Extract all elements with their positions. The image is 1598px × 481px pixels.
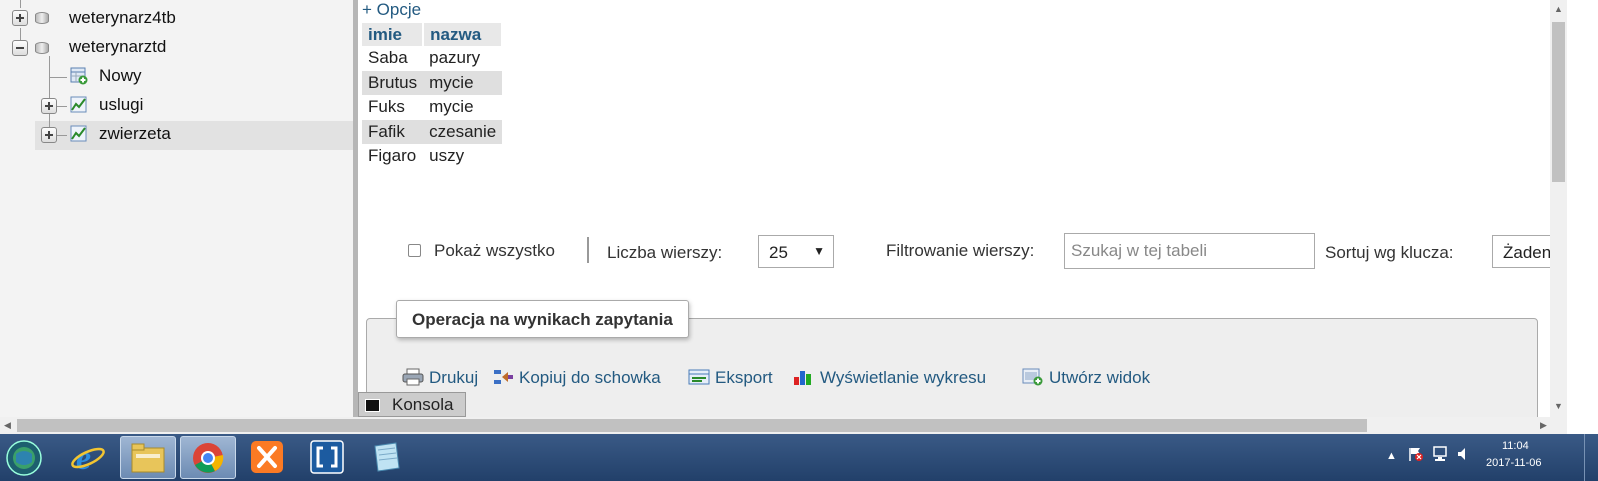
table-icon bbox=[70, 125, 87, 142]
table-row[interactable]: Fafik czesanie bbox=[362, 119, 503, 144]
tree-line bbox=[49, 77, 67, 78]
database-weterynarz4tb-link[interactable]: weterynarz4tb bbox=[69, 8, 176, 28]
clock-date[interactable]: 2017-11-06 bbox=[1486, 457, 1541, 469]
table-zwierzeta-link[interactable]: zwierzeta bbox=[99, 124, 171, 144]
horizontal-scrollbar-thumb[interactable] bbox=[17, 419, 1367, 432]
column-header-imie[interactable]: imie bbox=[362, 23, 425, 46]
filter-rows-input[interactable]: Szukaj w tej tabeli bbox=[1064, 233, 1315, 269]
volume-icon[interactable] bbox=[1456, 446, 1472, 462]
table-cell: Figaro bbox=[362, 144, 424, 169]
table-cell: Fuks bbox=[362, 95, 424, 120]
table-row[interactable]: Fuks mycie bbox=[362, 95, 503, 120]
show-all-checkbox[interactable] bbox=[408, 244, 421, 257]
clock-time[interactable]: 11:04 bbox=[1502, 440, 1529, 452]
table-cell: Brutus bbox=[362, 70, 424, 95]
create-view-link[interactable]: Utwórz widok bbox=[1022, 368, 1150, 388]
folder-icon bbox=[131, 443, 165, 473]
database-icon bbox=[35, 10, 49, 26]
collapse-weterynarztd-button[interactable] bbox=[12, 40, 28, 56]
sort-by-key-label: Sortuj wg klucza: bbox=[1325, 243, 1454, 262]
windows-orb-icon bbox=[6, 440, 42, 476]
table-cell: czesanie bbox=[423, 119, 503, 144]
table-cell: Fafik bbox=[362, 119, 424, 144]
print-icon bbox=[402, 368, 424, 386]
console-label: Konsola bbox=[392, 395, 454, 414]
scroll-down-arrow-icon[interactable]: ▼ bbox=[1554, 401, 1563, 411]
chart-icon bbox=[794, 371, 811, 385]
copy-to-clipboard-label: Kopiuj do schowka bbox=[519, 368, 661, 387]
expand-zwierzeta-button[interactable] bbox=[41, 127, 57, 143]
results-panel: + Opcje imie nazwa Saba pazury Brutus my… bbox=[358, 0, 1550, 417]
network-icon[interactable] bbox=[1432, 446, 1448, 462]
export-link[interactable]: Eksport bbox=[688, 368, 773, 388]
vertical-scrollbar-thumb[interactable] bbox=[1552, 22, 1565, 182]
print-label: Drukuj bbox=[429, 368, 479, 387]
table-row[interactable]: Saba pazury bbox=[362, 46, 503, 71]
rows-count-value: 25 bbox=[769, 243, 788, 262]
taskbar-notepad[interactable] bbox=[360, 436, 416, 479]
taskbar-brackets[interactable] bbox=[300, 436, 356, 479]
options-link[interactable]: + Opcje bbox=[362, 0, 421, 20]
brackets-icon bbox=[310, 440, 344, 474]
display-chart-label: Wyświetlanie wykresu bbox=[820, 368, 987, 387]
table-uslugi-link[interactable]: uslugi bbox=[99, 95, 143, 115]
display-chart-link[interactable]: Wyświetlanie wykresu bbox=[793, 368, 986, 388]
divider bbox=[587, 237, 589, 263]
tree-line bbox=[20, 0, 21, 8]
console-icon bbox=[365, 399, 380, 412]
filter-rows-placeholder: Szukaj w tej tabeli bbox=[1071, 241, 1208, 260]
xampp-icon bbox=[251, 441, 283, 473]
table-icon bbox=[70, 96, 87, 113]
table-row[interactable]: Brutus mycie bbox=[362, 70, 503, 95]
view-icon bbox=[1022, 368, 1043, 386]
console-toggle-button[interactable]: Konsola bbox=[358, 392, 466, 417]
export-icon bbox=[688, 369, 710, 385]
copy-to-clipboard-link[interactable]: Kopiuj do schowka bbox=[492, 368, 661, 388]
tray-show-hidden-icon[interactable]: ▲ bbox=[1386, 450, 1397, 462]
database-icon bbox=[35, 40, 49, 56]
filter-rows-label: Filtrowanie wierszy: bbox=[886, 241, 1035, 260]
table-row[interactable]: Figaro uszy bbox=[362, 144, 503, 169]
results-table: imie nazwa Saba pazury Brutus mycie Fuks… bbox=[362, 23, 504, 169]
show-desktop-button[interactable] bbox=[1584, 434, 1598, 481]
table-cell: mycie bbox=[423, 95, 503, 120]
new-table-icon bbox=[70, 67, 88, 85]
taskbar-internet-explorer[interactable]: e bbox=[60, 436, 116, 479]
print-link[interactable]: Drukuj bbox=[402, 368, 478, 388]
table-cell: uszy bbox=[423, 144, 503, 169]
table-cell: pazury bbox=[423, 46, 503, 71]
action-center-flag-icon[interactable] bbox=[1408, 446, 1424, 462]
expand-uslugi-button[interactable] bbox=[41, 98, 57, 114]
export-label: Eksport bbox=[715, 368, 773, 387]
query-results-operations-legend: Operacja na wynikach zapytania bbox=[396, 300, 689, 338]
notepad-icon bbox=[374, 442, 400, 472]
tree-line bbox=[49, 56, 50, 136]
scroll-left-arrow-icon[interactable]: ◀ bbox=[4, 420, 11, 431]
clipboard-icon bbox=[494, 370, 513, 384]
rows-count-select[interactable]: 25 ▼ bbox=[758, 235, 834, 268]
show-all-label[interactable]: Pokaż wszystko bbox=[434, 241, 555, 261]
tree-line bbox=[20, 28, 21, 40]
column-header-nazwa[interactable]: nazwa bbox=[423, 23, 504, 46]
expand-weterynarz4tb-button[interactable] bbox=[12, 10, 28, 26]
table-cell: mycie bbox=[423, 70, 503, 95]
sort-by-key-select[interactable]: Żaden bbox=[1492, 235, 1550, 268]
start-button[interactable] bbox=[2, 436, 46, 479]
dropdown-arrow-icon: ▼ bbox=[813, 244, 825, 258]
scroll-right-arrow-icon[interactable]: ▶ bbox=[1540, 420, 1547, 431]
database-weterynarztd-link[interactable]: weterynarztd bbox=[69, 37, 166, 57]
create-view-label: Utwórz widok bbox=[1049, 368, 1151, 387]
taskbar-chrome[interactable] bbox=[180, 436, 236, 479]
internet-explorer-icon: e bbox=[71, 440, 105, 475]
sort-by-key-value: Żaden bbox=[1503, 243, 1550, 262]
chrome-icon bbox=[193, 443, 224, 473]
taskbar-xampp[interactable] bbox=[240, 436, 296, 479]
rows-count-label: Liczba wierszy: bbox=[607, 243, 723, 262]
scroll-up-arrow-icon[interactable]: ▲ bbox=[1554, 4, 1563, 14]
taskbar-file-explorer[interactable] bbox=[120, 436, 176, 479]
navigation-tree: weterynarz4tb weterynarztd Nowy uslugi z… bbox=[0, 0, 353, 417]
table-cell: Saba bbox=[362, 46, 424, 71]
new-table-link[interactable]: Nowy bbox=[99, 66, 142, 86]
